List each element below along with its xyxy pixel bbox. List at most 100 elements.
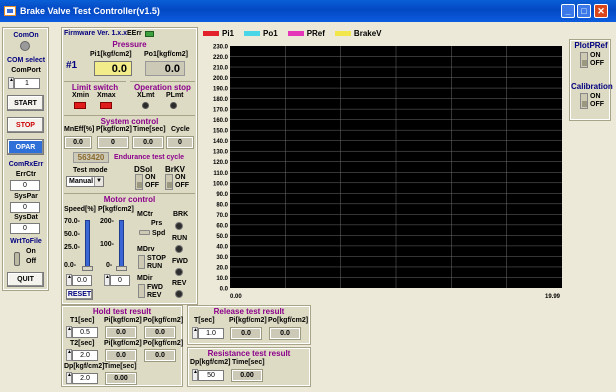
brkv-label: BrKV xyxy=(165,165,186,174)
pressure-chart: 230.0 220.0 210.0 200.0 190.0 180.0 170.0 160.0… xyxy=(213,45,562,300)
hold-pi2-label: Pi[kgf/cm2] xyxy=(104,340,142,347)
com-on-label: ComOn xyxy=(13,32,39,39)
dsol-switch[interactable] xyxy=(135,174,143,190)
hold-po2-value: 0.0 xyxy=(144,349,176,362)
xmin-label: Xmin xyxy=(72,92,90,99)
p-stepper[interactable]: ▲▼ 0 xyxy=(104,274,130,286)
legend-item-po1: Po1 xyxy=(244,29,278,38)
y-tick-label: 170.0 xyxy=(213,108,229,114)
p-slider-track[interactable] xyxy=(119,220,124,268)
com-port-input[interactable]: 1 xyxy=(14,77,40,89)
start-button[interactable]: START xyxy=(7,95,44,111)
com-port-stepper[interactable]: ▲▼ 1 xyxy=(8,77,40,89)
speed-slider-track[interactable] xyxy=(85,220,90,268)
opar-button[interactable]: OPAR xyxy=(7,139,44,155)
speed-slider-handle[interactable] xyxy=(82,266,93,271)
sys-header-cycle: Cycle xyxy=(171,126,190,133)
y-tick-label: 110.0 xyxy=(213,171,228,177)
reset-button[interactable]: RESET xyxy=(66,289,93,300)
resistance-dp-input[interactable]: 50 xyxy=(198,369,224,381)
system-control-title: System control xyxy=(64,115,195,126)
dsol-toggle[interactable]: ON OFF xyxy=(135,174,159,190)
hold-pi-value: 0.0 xyxy=(105,326,137,339)
y-tick-label: 200.0 xyxy=(213,76,229,82)
t1-label: T1[sec] xyxy=(70,317,95,324)
sys-dat-value: 0 xyxy=(10,223,40,234)
run-led-label: RUN xyxy=(172,235,188,242)
close-button[interactable]: ✕ xyxy=(594,4,608,18)
sys-header-time: Time[sec] xyxy=(133,126,166,133)
calibration-on: ON xyxy=(590,93,601,100)
maximize-button[interactable]: □ xyxy=(577,4,591,18)
test-mode-label: Test mode xyxy=(73,167,108,174)
plot-pref-title: PlotPRef xyxy=(574,41,608,50)
hold-dp-input[interactable]: 2.0 xyxy=(72,372,98,384)
dsol-on: ON xyxy=(145,174,156,181)
calibration-switch[interactable] xyxy=(580,93,588,109)
legend-label-pi1: Pi1 xyxy=(222,28,235,38)
xmax-indicator xyxy=(100,102,112,109)
quit-button[interactable]: QUIT xyxy=(7,272,44,287)
dsol-label: DSol xyxy=(134,165,153,174)
resistance-dp-label: Dp[kgf/cm2] xyxy=(190,359,231,366)
legend-swatch-brakev xyxy=(334,30,351,36)
mdrv-switch[interactable] xyxy=(138,255,145,269)
t2-input[interactable]: 2.0 xyxy=(72,349,98,361)
plot-pref-toggle[interactable]: ON OFF xyxy=(580,52,604,68)
resistance-test-title: Resistance test result xyxy=(207,349,291,358)
legend-label-pref: PRef xyxy=(306,28,325,38)
chevron-down-icon[interactable]: ▼ xyxy=(94,177,103,186)
test-mode-select[interactable]: Manual ▼ xyxy=(66,176,104,187)
t1-stepper[interactable]: ▲▼ 0.5 xyxy=(66,326,98,338)
speed-input[interactable]: 0.0 xyxy=(72,274,92,286)
speed-tick-0: 0.0- xyxy=(64,262,77,269)
legend-label-po1: Po1 xyxy=(263,28,278,38)
legend-item-brakev: BrakeV xyxy=(334,29,382,38)
release-t-input[interactable]: 1.0 xyxy=(198,327,224,339)
p-input[interactable]: 0 xyxy=(110,274,130,286)
mdrv-stop-label: STOP xyxy=(147,255,166,262)
stop-button[interactable]: STOP xyxy=(7,117,44,133)
legend-swatch-pi1 xyxy=(203,30,219,36)
eerr-led xyxy=(145,31,154,37)
sys-header-mneff: MnEff[%] xyxy=(64,126,95,133)
minimize-button[interactable]: _ xyxy=(561,4,575,18)
release-t-stepper[interactable]: ▲▼ 1.0 xyxy=(192,327,224,339)
mdir-switch[interactable] xyxy=(138,284,145,298)
p-tick-0: 0- xyxy=(106,262,113,269)
legend-swatch-pref xyxy=(287,30,304,36)
legend-item-pref: PRef xyxy=(287,28,325,38)
brkv-on: ON xyxy=(175,174,186,181)
brkv-switch[interactable] xyxy=(165,174,173,190)
wrt-to-file-toggle[interactable] xyxy=(14,252,20,266)
y-tick-label: 150.0 xyxy=(213,129,229,135)
speed-stepper[interactable]: ▲▼ 0.0 xyxy=(66,274,92,286)
p-slider-handle[interactable] xyxy=(116,266,127,271)
com-rx-err-label: ComRxErr xyxy=(8,161,44,168)
sys-par-value: 0 xyxy=(10,202,40,213)
hold-dp-stepper[interactable]: ▲▼ 2.0 xyxy=(66,372,98,384)
rev-led-label: REV xyxy=(172,280,187,287)
wrt-on-label: On xyxy=(26,248,36,255)
t2-stepper[interactable]: ▲▼ 2.0 xyxy=(66,349,98,361)
resistance-dp-stepper[interactable]: ▲▼ 50 xyxy=(192,369,224,381)
t2-label: T2[sec] xyxy=(70,340,95,347)
motor-p-label: P[kgf/cm2] xyxy=(98,206,134,213)
plot-pref-switch[interactable] xyxy=(580,52,588,68)
mctr-switch[interactable] xyxy=(139,230,150,235)
time-value: 0.0 xyxy=(132,136,164,149)
pressure-title: Pressure xyxy=(112,40,147,49)
p-value: 0 xyxy=(97,136,129,149)
calibration-toggle[interactable]: ON OFF xyxy=(580,93,604,109)
title-bar: Brake Valve Test Controller(v1.5) xyxy=(0,0,616,22)
y-tick-label: 180.0 xyxy=(213,97,229,103)
fwd-led-label: FWD xyxy=(172,258,188,265)
dsol-off: OFF xyxy=(145,182,159,189)
legend-swatch-po1 xyxy=(244,30,261,36)
brkv-toggle[interactable]: ON OFF xyxy=(165,174,189,190)
hold-po-label: Po[kgf/cm2] xyxy=(143,317,184,324)
hold-test-title: Hold test result xyxy=(92,307,152,316)
speed-tick-70: 70.0- xyxy=(64,218,80,225)
com-on-led xyxy=(20,41,30,51)
t1-input[interactable]: 0.5 xyxy=(72,326,98,338)
